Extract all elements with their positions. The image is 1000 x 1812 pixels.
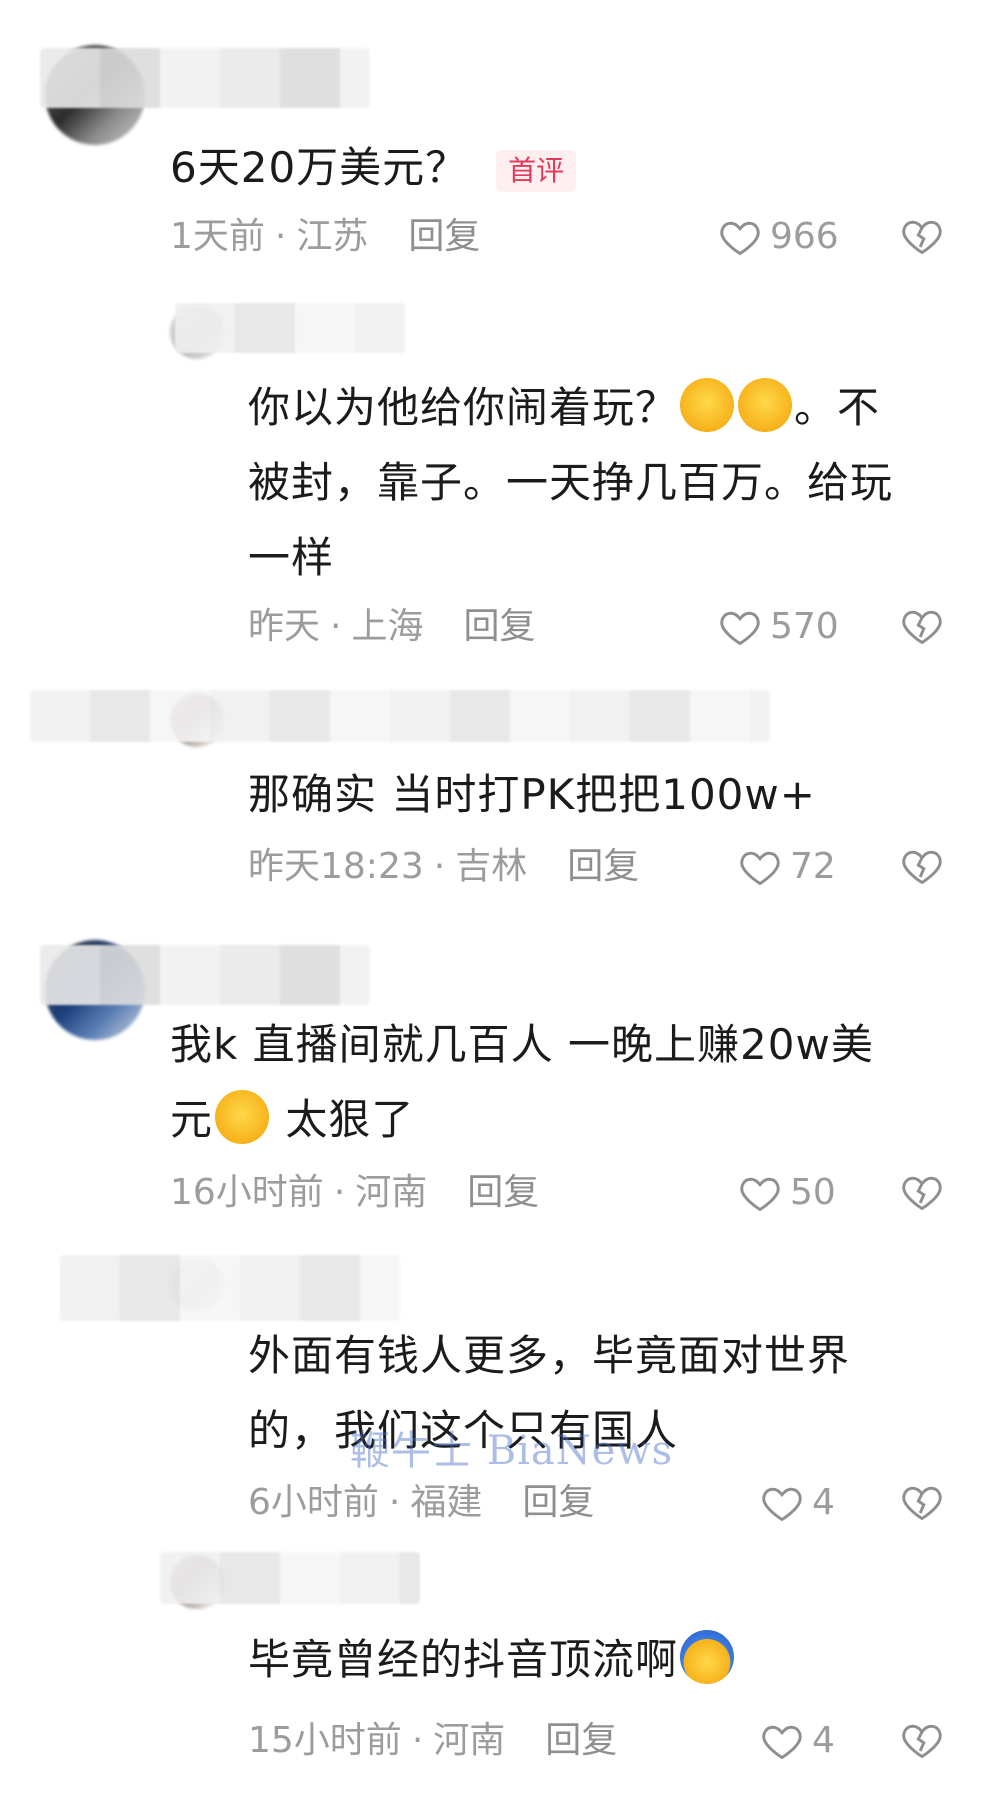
like-button[interactable]: 4 [760,1478,835,1528]
comment-time: 1天前 [170,216,265,257]
comment-body: 太狠了 [271,1095,415,1144]
username-blurred[interactable] [175,303,405,353]
comment-text: 我k 直播间就几百人 一晚上赚20w美 元 太狠了 [170,1007,874,1157]
reply-button[interactable]: 回复 [522,1482,594,1523]
separator: · [333,1172,346,1213]
comment-text: 毕竟曾经的抖音顶流啊 [248,1622,736,1697]
comment-text: 6天20万美元？ 首评 [170,130,577,205]
like-count: 966 [770,216,839,257]
heart-outline-icon [740,851,780,886]
comment-meta: 15小时前 · 河南 回复 [248,1716,617,1766]
like-button[interactable]: 570 [718,602,839,652]
watermark: 鞭牛士 BiaNews [350,1428,674,1474]
like-button[interactable]: 50 [738,1168,836,1218]
like-count: 4 [812,1720,835,1761]
comment-location: 江苏 [296,216,369,257]
like-count: 50 [790,1172,836,1213]
like-count: 570 [770,606,839,647]
broken-heart-icon[interactable] [900,1170,944,1214]
separator: · [388,1482,401,1523]
reply-button[interactable]: 回复 [408,216,480,257]
comment-meta: 昨天 · 上海 回复 [248,602,536,652]
comment-body: 你以为他给你闹着玩？ [248,383,679,432]
username-blurred[interactable] [30,690,770,742]
comment-time: 6小时前 [248,1482,379,1523]
separator: · [330,606,342,647]
username-blurred[interactable] [60,1255,400,1321]
comment-location: 福建 [410,1482,483,1523]
heart-outline-icon [720,221,760,256]
separator: · [274,216,287,257]
tears-of-joy-emoji [215,1090,270,1144]
comment-body: 元 [170,1095,214,1144]
comment-location: 上海 [351,606,424,647]
reply-button[interactable]: 回复 [567,846,639,887]
username-blurred[interactable] [40,48,370,108]
reply-button[interactable]: 回复 [467,1172,539,1213]
broken-heart-icon[interactable] [900,1480,944,1524]
reply-button[interactable]: 回复 [545,1720,617,1761]
comment-body: 我k 直播间就几百人 一晚上赚20w美 [170,1020,874,1069]
heart-outline-icon [762,1725,802,1760]
broken-heart-icon[interactable] [900,604,944,648]
comment-location: 河南 [355,1172,428,1213]
broken-heart-icon[interactable] [900,1718,944,1762]
comment-body: 被封，靠子。一天挣几百万。给玩 [248,458,894,507]
separator: · [411,1720,424,1761]
comment-location: 河南 [433,1720,506,1761]
comment-body: 那确实 当时打PK把把100w+ [248,770,816,819]
comment-meta: 6小时前 · 福建 回复 [248,1478,594,1528]
reply-button[interactable]: 回复 [463,606,535,647]
comment-meta: 1天前 · 江苏 回复 [170,212,480,262]
username-blurred[interactable] [40,945,370,1005]
first-comment-badge: 首评 [496,149,577,192]
comment-meta: 昨天18:23 · 吉林 回复 [248,842,639,892]
username-blurred[interactable] [160,1552,420,1604]
comment-meta: 16小时前 · 河南 回复 [170,1168,539,1218]
heart-outline-icon [740,1177,780,1212]
comment-time: 16小时前 [170,1172,324,1213]
comment-body: 一样 [248,533,335,582]
like-button[interactable]: 966 [718,212,839,262]
comment-location: 吉林 [455,846,528,887]
comment-body: 。不 [794,383,881,432]
comment-body: 毕竟曾经的抖音顶流啊 [248,1635,679,1684]
tears-of-joy-emoji [680,378,735,432]
like-button[interactable]: 72 [738,842,836,892]
comment-body: 6天20万美元？ [170,143,469,192]
comment-text: 那确实 当时打PK把把100w+ [248,757,816,832]
comment-body: 外面有钱人更多，毕竟面对世界 [248,1331,851,1380]
comment-time: 15小时前 [248,1720,402,1761]
like-count: 72 [790,846,836,887]
tears-of-joy-emoji [738,378,793,432]
like-button[interactable]: 4 [760,1716,835,1766]
like-count: 4 [812,1482,835,1523]
comment-text: 你以为他给你闹着玩？ 。不 被封，靠子。一天挣几百万。给玩 一样 [248,370,893,595]
comment-time: 昨天 [248,606,321,647]
heart-outline-icon [762,1487,802,1522]
broken-heart-icon[interactable] [900,214,944,258]
broken-heart-icon[interactable] [900,844,944,888]
separator: · [433,846,446,887]
comment-time: 昨天18:23 [248,846,424,887]
crazy-face-emoji [680,1630,735,1684]
heart-outline-icon [720,611,760,646]
